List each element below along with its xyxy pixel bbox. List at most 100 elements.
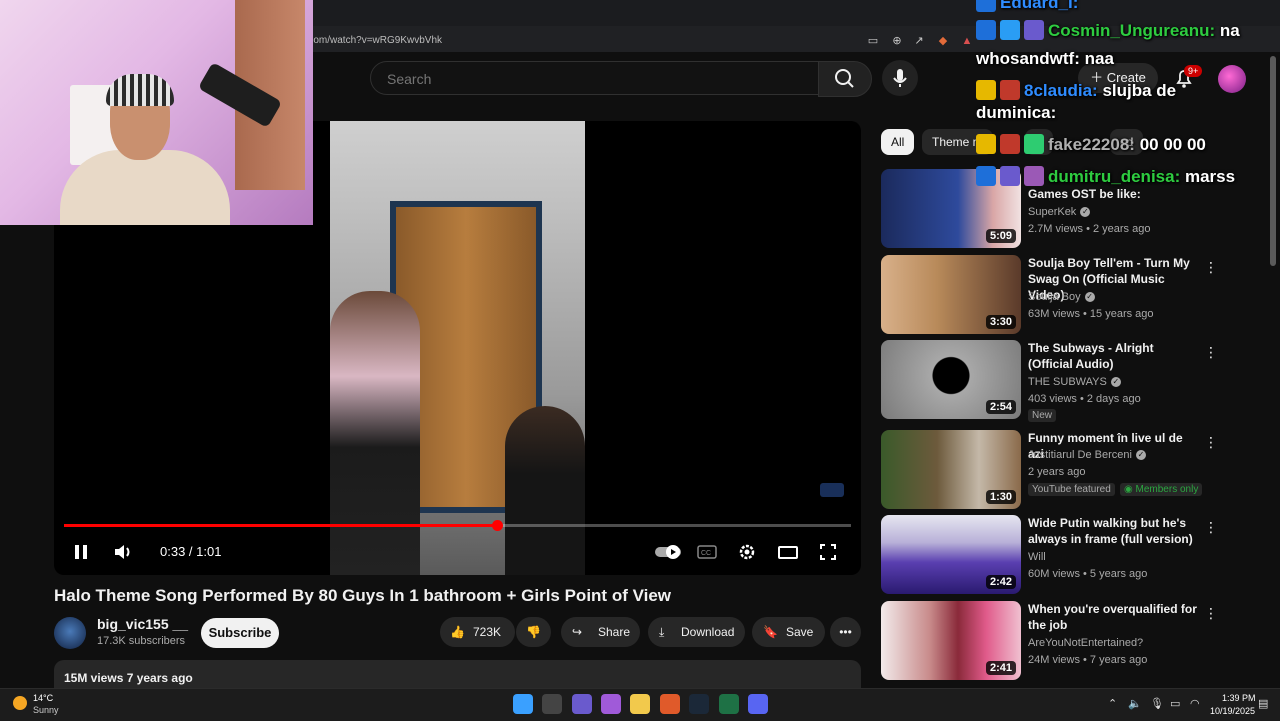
theater-icon <box>778 546 798 559</box>
more-vertical-icon[interactable]: ⋮ <box>1204 519 1218 536</box>
address-bar[interactable]: e.com/watch?v=wRG9KwvbVhk <box>300 32 960 50</box>
recommendation-channel[interactable]: SuperKek ✓ <box>1028 206 1091 218</box>
time-display: 0:33 / 1:01 <box>160 544 222 559</box>
like-button[interactable]: 👍 723K <box>440 617 515 647</box>
network-icon[interactable]: ▭ <box>1170 697 1180 710</box>
fullscreen-button[interactable] <box>818 541 838 563</box>
account-avatar[interactable] <box>1218 65 1246 93</box>
download-button[interactable]: ⤓ Download <box>648 617 745 647</box>
recommendation-item[interactable]: 2:41 When you're overqualified for the j… <box>881 601 1266 681</box>
channel-avatar[interactable] <box>54 617 86 649</box>
recommendation-channel[interactable]: Soulja Boy ✓ <box>1028 291 1095 303</box>
chat-badge-icon <box>1024 20 1044 40</box>
captions-button[interactable]: CC <box>697 541 717 563</box>
progress-scrubber[interactable] <box>491 520 503 531</box>
recommendation-item[interactable]: 2:42 Wide Putin walking but he's always … <box>881 515 1266 595</box>
more-vertical-icon[interactable]: ⋮ <box>1204 344 1218 361</box>
more-vertical-icon[interactable]: ⋮ <box>1204 434 1218 451</box>
channel-watermark[interactable] <box>820 483 844 497</box>
search-box[interactable] <box>370 61 820 96</box>
crown-badge-icon <box>976 134 996 154</box>
pause-button[interactable] <box>72 541 90 563</box>
steam-icon[interactable] <box>689 694 709 714</box>
duration-badge: 2:54 <box>985 400 1016 414</box>
recommendation-title[interactable]: Games OST be like: <box>1028 186 1198 202</box>
app-icon[interactable] <box>572 694 592 714</box>
chat-text: naa <box>1084 49 1114 68</box>
clock-time[interactable]: 1:39 PM <box>1222 693 1256 703</box>
share-page-icon[interactable]: ↗ <box>912 34 926 48</box>
channel-label: SuperKek <box>1028 206 1077 218</box>
sun-icon[interactable] <box>13 696 27 710</box>
speaker-icon[interactable]: 🔈 <box>1128 697 1142 710</box>
discord-icon[interactable] <box>748 694 768 714</box>
voice-search-button[interactable] <box>882 60 918 96</box>
brave-shield-icon[interactable]: ◆ <box>936 34 950 48</box>
recommendation-meta: 63M views • 15 years ago <box>1028 308 1154 320</box>
weather-description[interactable]: Sunny <box>33 705 59 715</box>
recommendation-item[interactable]: 1:30 Funny moment în live ul de azi Just… <box>881 430 1266 510</box>
mic-icon[interactable]: 🎙 <box>1150 697 1164 710</box>
theater-mode-button[interactable] <box>777 541 799 563</box>
streamer-webcam <box>0 0 313 225</box>
more-vertical-icon[interactable]: ⋮ <box>1204 259 1218 276</box>
more-vertical-icon[interactable]: ⋮ <box>1204 605 1218 622</box>
bookmark-icon: 🔖 <box>763 625 778 639</box>
subscribe-button[interactable]: Subscribe <box>201 618 279 648</box>
chat-text: slujba de <box>1102 81 1177 100</box>
copilot-icon[interactable] <box>601 694 621 714</box>
weather-temperature[interactable]: 14°C <box>33 693 53 703</box>
cast-icon[interactable]: ▭ <box>866 34 880 48</box>
recommendation-meta: 60M views • 5 years ago <box>1028 568 1148 580</box>
wifi-icon[interactable]: ◠ <box>1190 697 1200 710</box>
chat-text: 00 00 00 <box>1139 135 1206 154</box>
members-only-label: Members only <box>1135 484 1199 495</box>
recommendation-title[interactable]: Wide Putin walking but he's always in fr… <box>1028 515 1198 547</box>
recommendation-title[interactable]: The Subways - Alright (Official Audio) <box>1028 340 1198 372</box>
autoplay-icon <box>655 545 681 559</box>
thumbnail[interactable]: 2:42 <box>881 515 1021 594</box>
thumbnail[interactable]: 2:41 <box>881 601 1021 680</box>
save-button[interactable]: 🔖 Save <box>752 617 825 647</box>
share-button[interactable]: ↪ Share <box>561 617 640 647</box>
chat-text: na <box>1219 21 1240 40</box>
recommendation-channel[interactable]: AreYouNotEntertained? <box>1028 637 1143 649</box>
video-title: Halo Theme Song Performed By 80 Guys In … <box>54 586 672 605</box>
thumbnail[interactable]: 1:30 <box>881 430 1021 509</box>
recommendation-channel[interactable]: Justitiarul De Berceni ✓ <box>1028 449 1146 461</box>
rewards-icon[interactable]: ▲ <box>960 34 974 48</box>
duration-badge: 2:42 <box>985 575 1016 589</box>
brave-browser-icon[interactable] <box>660 694 680 714</box>
recommendation-channel[interactable]: Will <box>1028 551 1046 563</box>
notification-center-icon[interactable]: ▤ <box>1258 697 1268 710</box>
dislike-button[interactable]: 👎 <box>516 617 551 647</box>
recommendation-title[interactable]: When you're overqualified for the job <box>1028 601 1198 633</box>
clock-date[interactable]: 10/19/2025 <box>1210 706 1255 716</box>
settings-button[interactable] <box>737 541 757 563</box>
volume-button[interactable] <box>112 541 134 563</box>
file-explorer-icon[interactable] <box>630 694 650 714</box>
volume-icon <box>115 545 130 559</box>
channel-name[interactable]: big_vic155 __ <box>97 616 188 632</box>
new-badge: New <box>1028 409 1057 422</box>
thumbnail[interactable]: 3:30 <box>881 255 1021 334</box>
search-input[interactable] <box>385 62 809 96</box>
page-scrollbar[interactable] <box>1270 56 1276 266</box>
members-icon: ◉ <box>1124 484 1136 495</box>
recommendation-channel[interactable]: THE SUBWAYS ✓ <box>1028 376 1121 388</box>
gear-icon <box>739 544 755 560</box>
excel-icon[interactable] <box>719 694 739 714</box>
start-menu-icon[interactable] <box>513 694 533 714</box>
task-view-icon[interactable] <box>542 694 562 714</box>
more-actions-button[interactable]: ••• <box>830 617 861 647</box>
chat-username: 8claudia: <box>1024 81 1098 100</box>
chip-all[interactable]: All <box>881 129 915 155</box>
thumbnail[interactable]: 2:54 <box>881 340 1021 419</box>
recommendation-item[interactable]: 2:54 The Subways - Alright (Official Aud… <box>881 340 1266 422</box>
recommendation-item[interactable]: 3:30 Soulja Boy Tell'em - Turn My Swag O… <box>881 255 1266 335</box>
autoplay-toggle[interactable] <box>654 541 682 563</box>
search-button[interactable] <box>818 61 872 97</box>
chat-badge-icon <box>976 166 996 186</box>
chevron-up-icon[interactable]: ⌃ <box>1108 697 1117 710</box>
zoom-icon[interactable]: ⊕ <box>890 34 904 48</box>
